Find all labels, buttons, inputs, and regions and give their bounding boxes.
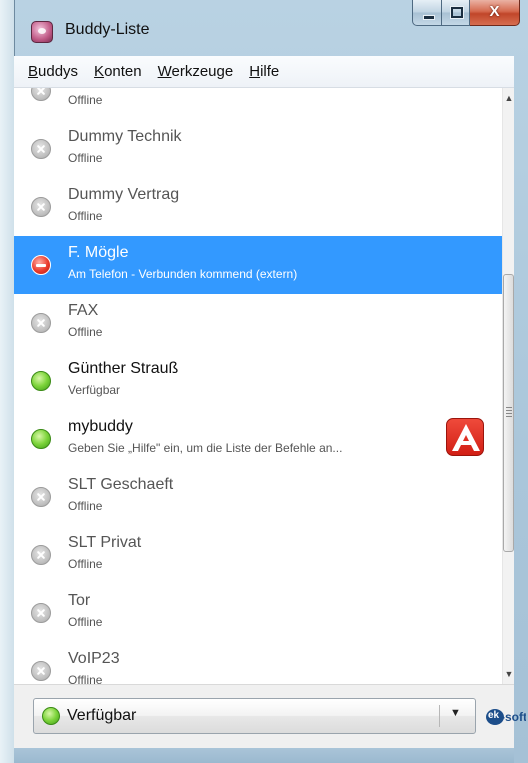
buddy-status-text: Offline — [68, 93, 103, 107]
buddy-row[interactable]: Dummy Vertrag Offline — [14, 178, 502, 236]
offline-status-icon — [31, 139, 51, 159]
buddy-row[interactable]: Günther Strauß Verfügbar — [14, 352, 502, 410]
buddy-name: Dummy Vertrag — [68, 186, 180, 203]
buddy-name: Dummy Technik — [68, 128, 182, 145]
title-bar[interactable]: Buddy-Liste X — [15, 0, 528, 56]
buddy-list[interactable]: Offline Dummy Technik Offline Dummy Vertrag… — [14, 88, 514, 684]
desktop-background — [0, 0, 14, 763]
buddy-row[interactable]: FAX Offline — [14, 294, 502, 352]
buddy-row[interactable]: F. Mögle Am Telefon - Verbunden kommend (… — [14, 236, 502, 294]
status-selector-label: Verfügbar — [67, 707, 137, 724]
buddy-status-text: Offline — [68, 325, 103, 339]
window-title: Buddy-Liste — [65, 21, 150, 38]
buddy-row[interactable]: SLT Privat Offline — [14, 526, 502, 584]
menu-bar: Buddys Konten Werkzeuge Hilfe — [14, 56, 514, 88]
buddy-row[interactable]: SLT Geschaeft Offline — [14, 468, 502, 526]
pidgin-app-icon[interactable] — [31, 21, 53, 43]
buddy-name: VoIP23 — [68, 650, 120, 667]
available-status-icon — [31, 371, 51, 391]
offline-status-icon — [31, 487, 51, 507]
ek-soft-logo: ek -soft — [486, 707, 526, 727]
maximize-button[interactable] — [442, 0, 470, 26]
buddy-status-text: Offline — [68, 673, 103, 684]
caption-buttons: X — [412, 0, 520, 28]
buddy-status-text: Offline — [68, 615, 103, 629]
scroll-up-arrow-icon[interactable]: ▲ — [503, 88, 514, 108]
offline-status-icon — [31, 603, 51, 623]
buddy-name: SLT Geschaeft — [68, 476, 174, 493]
ek-logo-text: -soft — [501, 710, 526, 724]
close-button[interactable]: X — [470, 0, 520, 26]
buddy-name: Günther Strauß — [68, 360, 179, 377]
offline-status-icon — [31, 88, 51, 101]
buddy-status-text: Offline — [68, 499, 103, 513]
dropdown-arrow-icon[interactable]: ▼ — [450, 707, 461, 719]
available-status-icon — [31, 429, 51, 449]
buddy-name: FAX — [68, 302, 99, 319]
status-selector[interactable]: Verfügbar ▼ — [33, 698, 476, 734]
offline-status-icon — [31, 197, 51, 217]
buddy-row[interactable]: VoIP23 Offline — [14, 642, 502, 684]
buddy-name: F. Mögle — [68, 244, 129, 261]
buddy-status-text: Verfügbar — [68, 383, 121, 397]
offline-status-icon — [31, 545, 51, 565]
buddy-status-text: Geben Sie „Hilfe" ein, um die Liste der … — [68, 441, 343, 455]
buddy-name: mybuddy — [68, 418, 133, 435]
close-icon: X — [489, 3, 500, 20]
scrollbar-thumb[interactable] — [503, 274, 514, 552]
offline-status-icon — [31, 661, 51, 681]
offline-status-icon — [31, 313, 51, 333]
buddy-status-text: Offline — [68, 209, 103, 223]
window-bottom-border — [14, 748, 514, 763]
buddy-row[interactable]: Dummy Technik Offline — [14, 120, 502, 178]
buddy-name: Tor — [68, 592, 91, 609]
menu-hilfe[interactable]: Hilfe — [249, 63, 279, 80]
combo-divider — [439, 705, 440, 727]
buddy-row[interactable]: Tor Offline — [14, 584, 502, 642]
buddy-rows: Offline Dummy Technik Offline Dummy Vertrag… — [14, 88, 502, 684]
minimize-button[interactable] — [412, 0, 442, 26]
menu-konten[interactable]: Konten — [94, 63, 142, 80]
buddy-name: SLT Privat — [68, 534, 142, 551]
vertical-scrollbar[interactable]: ▲ ▼ — [502, 88, 514, 684]
buddy-status-text: Offline — [68, 151, 103, 165]
buddy-row[interactable]: Offline — [14, 88, 502, 120]
available-status-icon — [42, 707, 60, 725]
menu-werkzeuge[interactable]: Werkzeuge — [158, 63, 234, 80]
scrollbar-grip-icon — [506, 407, 512, 417]
buddy-avatar-icon — [446, 418, 484, 456]
busy-status-icon — [31, 255, 51, 275]
buddy-row[interactable]: mybuddy Geben Sie „Hilfe" ein, um die Lis… — [14, 410, 502, 468]
menu-buddys[interactable]: Buddys — [28, 63, 78, 80]
buddy-status-text: Offline — [68, 557, 103, 571]
status-bar: Verfügbar ▼ ek -soft — [14, 684, 526, 748]
scroll-down-arrow-icon[interactable]: ▼ — [503, 664, 514, 684]
buddy-status-text: Am Telefon - Verbunden kommend (extern) — [68, 267, 298, 281]
